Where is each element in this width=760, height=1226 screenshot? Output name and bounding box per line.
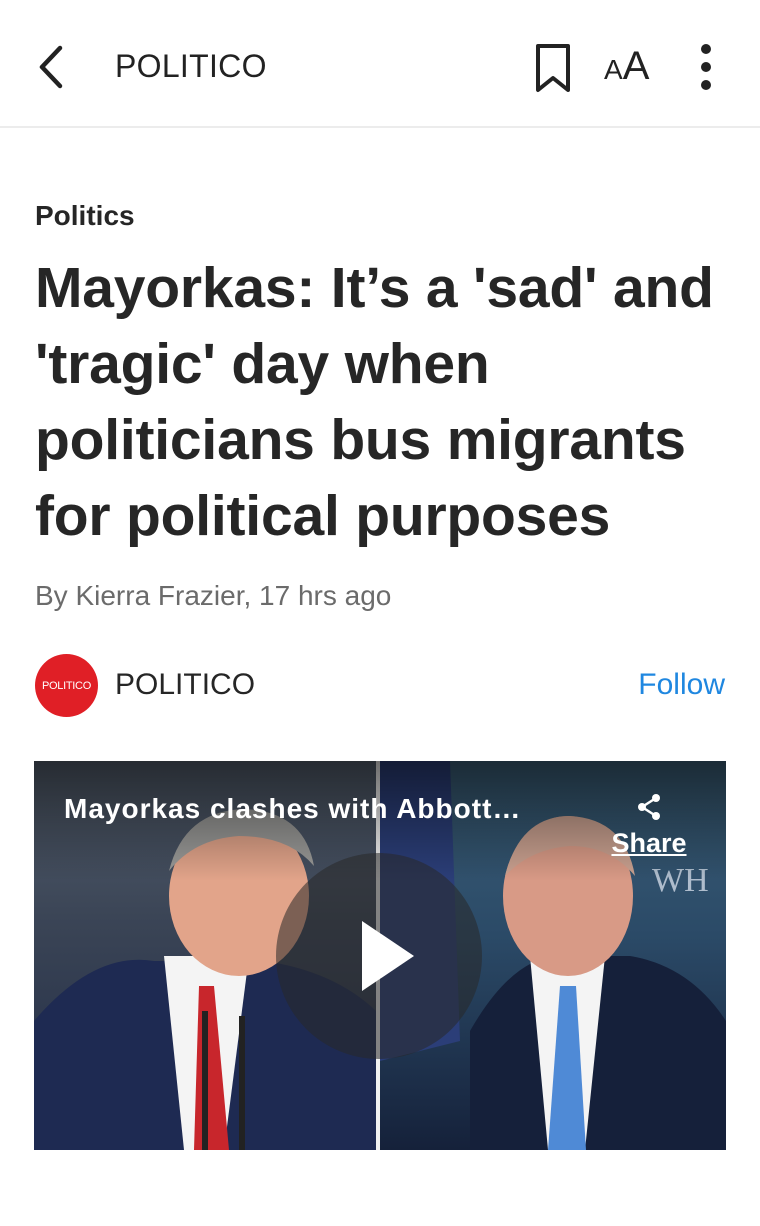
- back-arrow-icon: [39, 45, 63, 89]
- video-player[interactable]: WH Mayorkas clashes with Abbott… Share: [34, 761, 726, 1150]
- source-name[interactable]: POLITICO: [115, 668, 255, 702]
- back-button[interactable]: [30, 40, 78, 94]
- share-icon: [638, 794, 660, 820]
- video-share-label: Share: [611, 828, 687, 858]
- more-vert-icon: [701, 44, 711, 90]
- article-category[interactable]: Politics: [35, 200, 135, 232]
- play-button[interactable]: [276, 853, 482, 1059]
- bookmark-button[interactable]: [532, 42, 576, 94]
- article-byline: By Kierra Frazier, 17 hrs ago: [35, 580, 392, 611]
- text-size-icon: AA: [604, 44, 650, 88]
- text-size-button[interactable]: AA: [604, 40, 656, 92]
- bookmark-icon: [536, 44, 570, 92]
- source-row: POLITICO POLITICO Follow: [35, 654, 725, 720]
- video-share-button[interactable]: Share: [604, 793, 694, 858]
- source-logo[interactable]: POLITICO: [35, 654, 98, 717]
- more-options-button[interactable]: [688, 40, 724, 94]
- video-title: Mayorkas clashes with Abbott…: [64, 793, 522, 824]
- follow-button[interactable]: Follow: [638, 668, 725, 702]
- top-app-bar: POLITICO AA: [0, 0, 760, 128]
- source-logo-text: POLITICO: [42, 679, 91, 692]
- article-headline: Mayorkas: It’s a 'sad' and 'tragic' day …: [35, 256, 714, 548]
- app-title: POLITICO: [115, 48, 267, 84]
- play-icon: [362, 921, 414, 991]
